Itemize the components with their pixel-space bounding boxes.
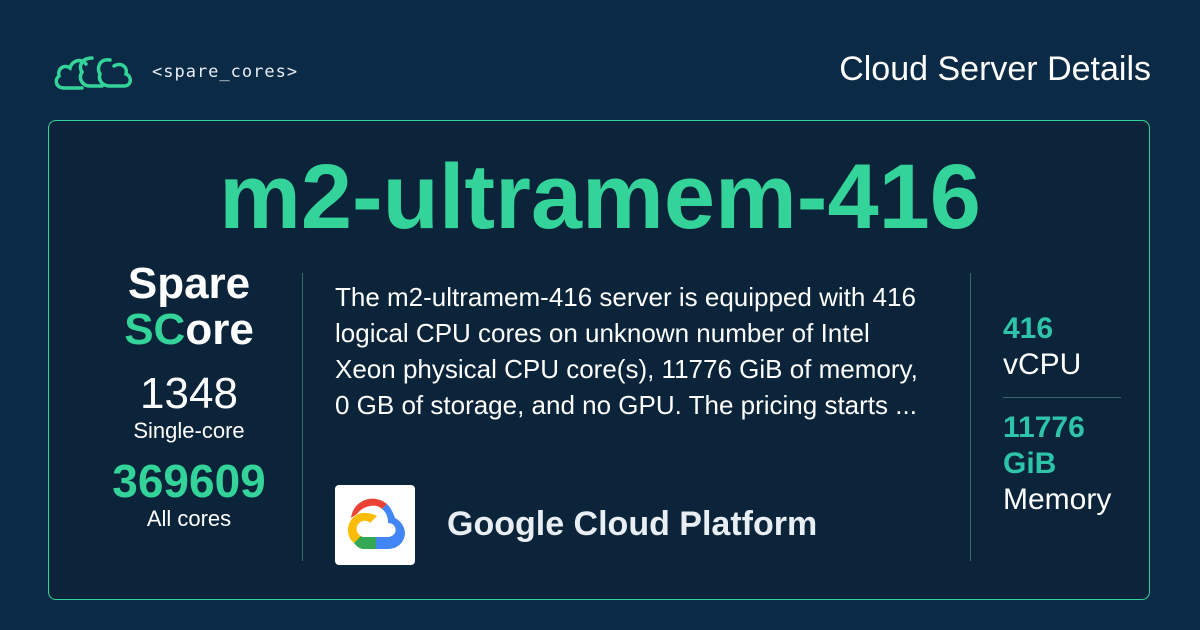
memory-label: Memory	[1003, 483, 1112, 516]
server-card: m2-ultramem-416 Spare SCore 1348 Single-…	[48, 120, 1150, 600]
score-title-line2: SCore	[69, 307, 309, 353]
server-description: The m2-ultramem-416 server is equipped w…	[335, 282, 918, 420]
google-cloud-icon	[335, 485, 415, 565]
vcpu-value: 416	[1003, 312, 1054, 345]
score-title-line1: Spare	[127, 259, 251, 308]
vendor-name: Google Cloud Platform	[447, 505, 818, 543]
divider-left	[302, 273, 303, 561]
all-cores-score: 369609	[112, 455, 266, 507]
all-cores-label: All cores	[146, 506, 232, 531]
brand-name: <spare_cores>	[152, 62, 299, 82]
server-name: m2-ultramem-416	[219, 146, 981, 248]
divider-right	[970, 273, 971, 561]
vcpu-label: vCPU	[1003, 348, 1082, 381]
spare-score-panel: Spare SCore 1348 Single-core 369609 All …	[69, 261, 309, 533]
page-title: Cloud Server Details	[839, 50, 1151, 88]
server-specs: 416 vCPU 11776 GiB Memory	[1003, 311, 1121, 518]
score-title-rest: ore	[185, 305, 254, 354]
single-core-label: Single-core	[133, 418, 245, 443]
spare-cores-logo-icon	[54, 56, 132, 90]
score-title-accent: SC	[124, 305, 186, 354]
memory-value: 11776 GiB	[1003, 411, 1085, 480]
score-title: Spare SCore	[69, 261, 309, 353]
spec-separator	[1003, 397, 1121, 398]
single-core-score: 1348	[140, 369, 238, 418]
header: <spare_cores> Cloud Server Details	[0, 0, 1200, 120]
